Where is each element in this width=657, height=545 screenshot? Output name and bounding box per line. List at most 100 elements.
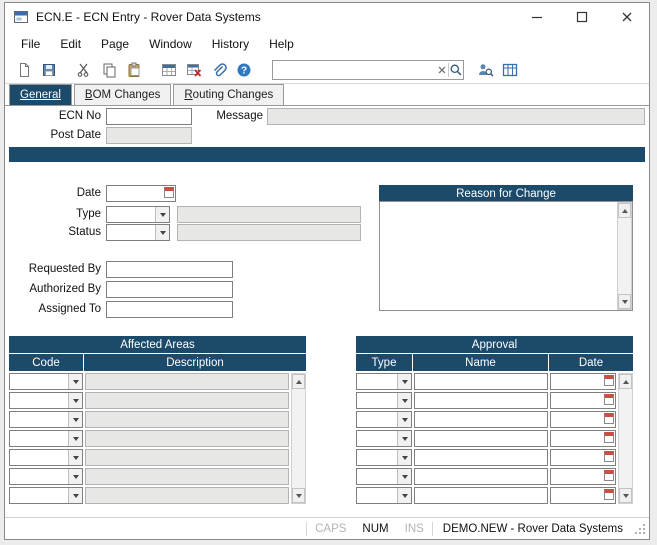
scroll-down-icon[interactable] [292, 488, 305, 503]
paste-clipboard-icon [126, 62, 142, 78]
grid-delete-icon [186, 62, 202, 78]
approval-date-cell [550, 373, 616, 390]
menu-page[interactable]: Page [91, 33, 139, 55]
help-button[interactable]: ? [233, 59, 255, 81]
tab-general[interactable]: General [9, 84, 72, 105]
description-field [85, 411, 289, 428]
cut-scissors-icon [76, 62, 92, 78]
code-combo[interactable] [9, 373, 83, 390]
code-combo[interactable] [9, 449, 83, 466]
scroll-up-icon[interactable] [619, 374, 632, 389]
approval-name-field[interactable] [414, 430, 548, 447]
affected-areas-scrollbar[interactable] [291, 373, 306, 504]
approval-type-combo[interactable] [356, 468, 412, 485]
approval-row [356, 373, 616, 390]
menu-edit[interactable]: Edit [50, 33, 91, 55]
ecn-no-label: ECN No [5, 110, 101, 122]
approval-type-combo[interactable] [356, 392, 412, 409]
toolbar: ? [5, 57, 649, 84]
menu-help[interactable]: Help [259, 33, 304, 55]
menu-file[interactable]: File [11, 33, 50, 55]
approval-name-field[interactable] [414, 468, 548, 485]
menu-bar: File Edit Page Window History Help [5, 31, 649, 57]
approval-type-combo[interactable] [356, 430, 412, 447]
grid-delete-button[interactable] [183, 59, 205, 81]
approval-row [356, 392, 616, 409]
code-combo[interactable] [9, 430, 83, 447]
scroll-up-icon[interactable] [292, 374, 305, 389]
calendar-icon[interactable] [604, 470, 614, 481]
maximize-button[interactable] [559, 3, 604, 31]
browse-grid-button[interactable] [158, 59, 180, 81]
close-button[interactable] [604, 3, 649, 31]
approval-scrollbar[interactable] [618, 373, 633, 504]
search-clear-button[interactable] [435, 61, 448, 79]
approval-date-cell [550, 430, 616, 447]
calendar-icon[interactable] [604, 375, 614, 386]
approval-name-field[interactable] [414, 373, 548, 390]
tab-strip: General BOM Changes Routing Changes [5, 84, 649, 106]
menu-window[interactable]: Window [139, 33, 202, 55]
description-field [85, 449, 289, 466]
code-combo[interactable] [9, 468, 83, 485]
scroll-down-icon[interactable] [619, 488, 632, 503]
code-combo[interactable] [9, 392, 83, 409]
calendar-icon[interactable] [604, 413, 614, 424]
affected-areas-row [9, 411, 290, 428]
status-label: Status [5, 226, 101, 238]
paste-button[interactable] [123, 59, 145, 81]
search-input[interactable] [273, 62, 435, 78]
approval-type-combo[interactable] [356, 411, 412, 428]
approval-date-cell [550, 487, 616, 504]
code-combo[interactable] [9, 411, 83, 428]
reason-scrollbar[interactable] [617, 202, 632, 310]
approval-name-field[interactable] [414, 392, 548, 409]
save-button[interactable] [38, 59, 60, 81]
caps-indicator: CAPS [307, 523, 354, 535]
calendar-icon[interactable] [164, 187, 174, 198]
approval-type-combo[interactable] [356, 449, 412, 466]
tab-routing-changes[interactable]: Routing Changes [173, 84, 284, 105]
approval-name-field[interactable] [414, 487, 548, 504]
attachment-button[interactable] [208, 59, 230, 81]
calendar-icon[interactable] [604, 489, 614, 500]
calendar-icon[interactable] [604, 451, 614, 462]
description-field [85, 373, 289, 390]
cut-button[interactable] [73, 59, 95, 81]
status-combo[interactable] [106, 224, 170, 241]
affected-areas-header: Affected Areas [9, 336, 306, 353]
code-combo[interactable] [9, 487, 83, 504]
user-lookup-button[interactable] [474, 59, 496, 81]
scroll-up-icon[interactable] [618, 203, 631, 218]
reason-textarea[interactable] [380, 202, 617, 310]
tab-bom-changes[interactable]: BOM Changes [74, 84, 171, 105]
section-divider-bar [9, 147, 645, 162]
approval-name-field[interactable] [414, 411, 548, 428]
calendar-icon[interactable] [604, 394, 614, 405]
assigned-to-input[interactable] [106, 301, 233, 318]
approval-name-field[interactable] [414, 449, 548, 466]
search-button[interactable] [449, 61, 463, 79]
minimize-button[interactable] [514, 3, 559, 31]
table-view-button[interactable] [499, 59, 521, 81]
type-combo[interactable] [106, 206, 170, 223]
calendar-icon[interactable] [604, 432, 614, 443]
approval-name-column-header: Name [413, 354, 548, 371]
approval-row [356, 449, 616, 466]
approval-type-combo[interactable] [356, 487, 412, 504]
approval-type-combo[interactable] [356, 373, 412, 390]
resize-grip-icon[interactable] [633, 522, 647, 539]
post-date-field [106, 127, 192, 144]
approval-header: Approval [356, 336, 633, 353]
new-document-button[interactable] [13, 59, 35, 81]
svg-text:?: ? [241, 66, 247, 77]
approval-row [356, 430, 616, 447]
title-bar: ECN.E - ECN Entry - Rover Data Systems [5, 3, 649, 31]
caption-buttons [514, 3, 649, 31]
app-icon [13, 9, 29, 25]
requested-by-input[interactable] [106, 261, 233, 278]
copy-button[interactable] [98, 59, 120, 81]
scroll-down-icon[interactable] [618, 294, 631, 309]
authorized-by-input[interactable] [106, 281, 233, 298]
menu-history[interactable]: History [202, 33, 259, 55]
